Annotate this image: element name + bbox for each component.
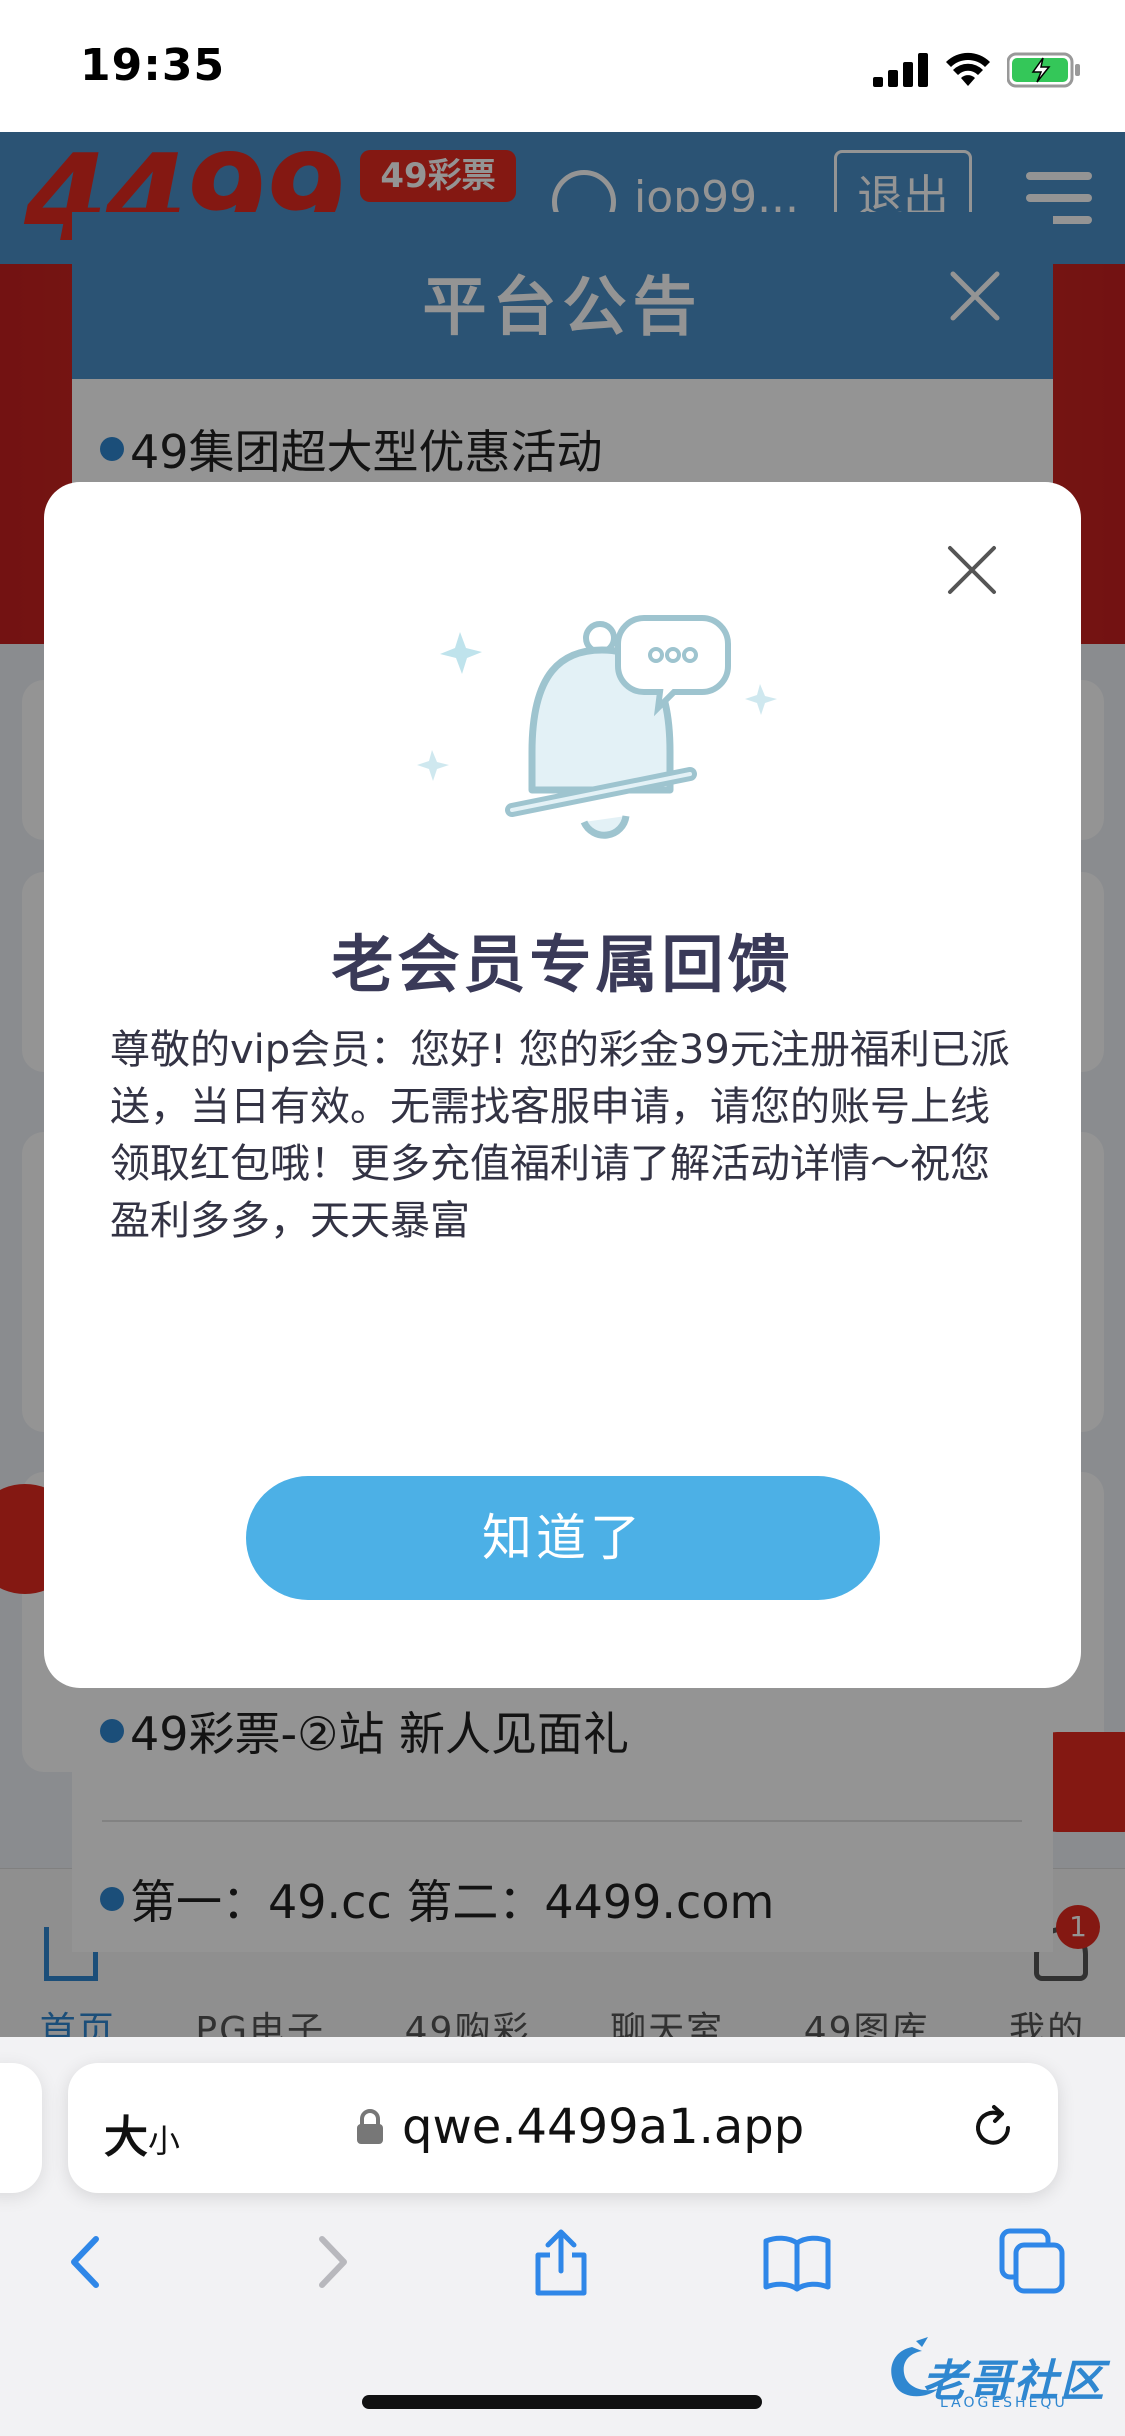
acknowledge-button[interactable]: 知道了: [246, 1476, 880, 1600]
wifi-icon: [946, 52, 990, 86]
battery-charging-icon: [1007, 52, 1080, 88]
tabs-icon[interactable]: [998, 2227, 1068, 2297]
text-size-small: 小: [148, 2122, 181, 2160]
signal-icon: [873, 53, 928, 87]
back-icon[interactable]: [52, 2227, 122, 2297]
status-icons: [873, 50, 1081, 90]
share-icon[interactable]: [526, 2227, 596, 2297]
watermark-subtext: LAOGESHEQU: [940, 2395, 1068, 2411]
previous-tab-card[interactable]: [0, 2063, 42, 2193]
status-time: 19:35: [80, 40, 226, 91]
modal-message: 尊敬的vip会员：您好! 您的彩金39元注册福利已派送，当日有效。无需找客服申请…: [110, 1027, 1010, 1244]
text-size-button[interactable]: 大小: [104, 2101, 180, 2165]
bell-icon: [417, 615, 777, 839]
address-bar[interactable]: 大小 qwe.4499a1.app: [68, 2063, 1058, 2193]
browser-chrome: 大小 qwe.4499a1.app 老哥社区 LAOGESHEQU: [0, 2037, 1125, 2436]
modal-title: 老会员专属回馈: [331, 928, 794, 1001]
bookmarks-icon[interactable]: [762, 2227, 832, 2297]
lock-icon: [357, 2109, 383, 2144]
url-display[interactable]: qwe.4499a1.app: [356, 2099, 804, 2155]
url-text: qwe.4499a1.app: [402, 2099, 805, 2155]
home-indicator[interactable]: [362, 2395, 762, 2409]
close-icon[interactable]: [946, 544, 998, 596]
forward-icon[interactable]: [296, 2227, 366, 2297]
text-size-large: 大: [104, 2112, 148, 2163]
watermark-logo: 老哥社区 LAOGESHEQU: [882, 2337, 1112, 2417]
reload-icon[interactable]: [968, 2103, 1018, 2153]
member-reward-modal: 老会员专属回馈 尊敬的vip会员：您好! 您的彩金39元注册福利已派送，当日有效…: [44, 482, 1081, 1688]
status-bar: 19:35: [0, 0, 1125, 132]
